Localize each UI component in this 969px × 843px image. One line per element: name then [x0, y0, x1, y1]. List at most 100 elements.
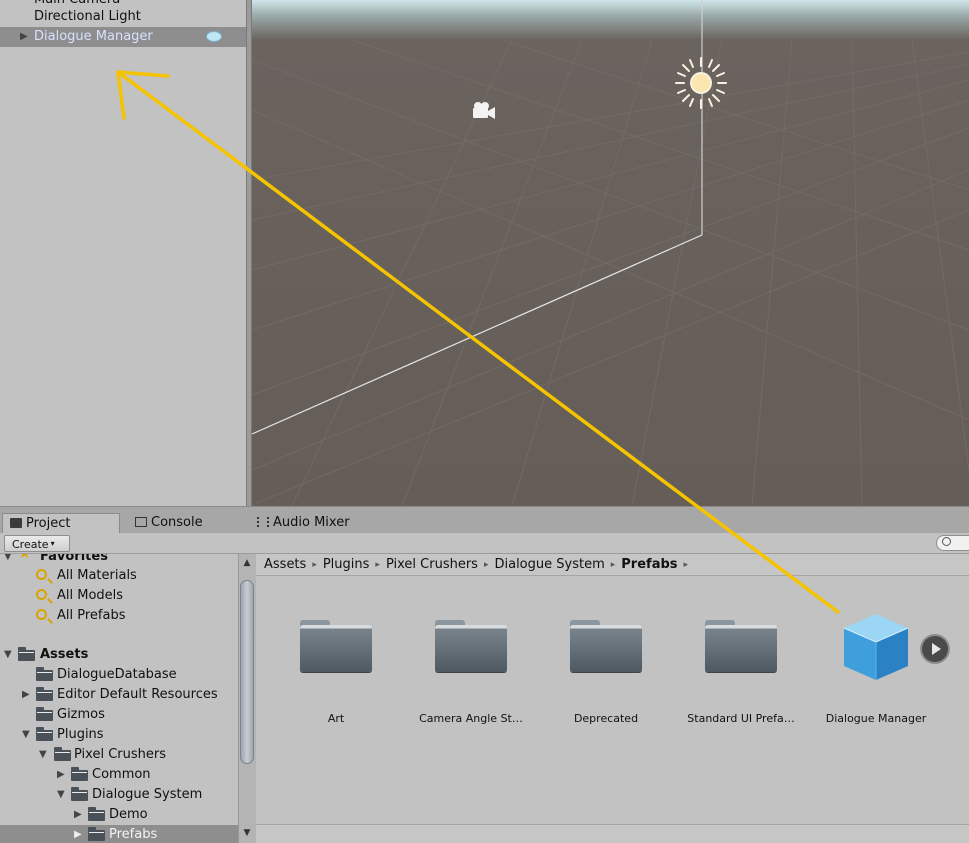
- tree-item-gizmos[interactable]: Gizmos: [0, 705, 238, 725]
- search-icon: [36, 589, 47, 600]
- search-icon: [942, 537, 951, 546]
- expand-arrow-icon[interactable]: ▶: [57, 765, 65, 785]
- breadcrumb-prefabs[interactable]: Prefabs: [621, 554, 677, 576]
- asset-label: Standard UI Prefa…: [687, 712, 795, 725]
- chevron-down-icon: ▾: [50, 539, 55, 548]
- tab-console[interactable]: Console: [128, 513, 248, 533]
- tree-item-all-prefabs[interactable]: All Prefabs: [0, 606, 238, 626]
- tree-item-demo[interactable]: ▶ Demo: [0, 805, 238, 825]
- search-icon: [36, 609, 47, 620]
- project-toolbar: Create ▾: [0, 533, 969, 554]
- expand-arrow-icon[interactable]: ▼: [4, 645, 12, 665]
- chevron-right-icon: ▸: [683, 560, 689, 570]
- prefab-badge-icon: [206, 31, 222, 42]
- expand-arrow-icon[interactable]: ▶: [74, 805, 82, 825]
- tree-item-prefabs[interactable]: ▶ Prefabs: [0, 825, 238, 843]
- folder-icon: [435, 616, 507, 672]
- directional-light-icon[interactable]: [673, 55, 729, 111]
- tree-item-plugins[interactable]: ▼ Plugins: [0, 725, 238, 745]
- breadcrumb-assets[interactable]: Assets: [264, 554, 306, 576]
- tab-project[interactable]: Project: [2, 513, 120, 533]
- bottom-tab-bar: Project Console Audio Mixer: [0, 506, 969, 533]
- tree-item-label: Assets: [40, 647, 89, 662]
- asset-folder-art[interactable]: Art: [271, 616, 401, 725]
- tab-audio-mixer[interactable]: Audio Mixer: [250, 513, 380, 533]
- tree-item-label: All Prefabs: [57, 608, 126, 623]
- hierarchy-item-directional-light[interactable]: Directional Light: [0, 7, 246, 27]
- scrollbar-thumb[interactable]: [240, 580, 254, 764]
- asset-label: Camera Angle St…: [419, 712, 523, 725]
- hierarchy-panel: Main Camera Directional Light ▶ Dialogue…: [0, 0, 246, 506]
- tree-item-label: Pixel Crushers: [74, 747, 166, 762]
- tree-item-dialogue-system[interactable]: ▼ Dialogue System: [0, 785, 238, 805]
- tree-item-all-models[interactable]: All Models: [0, 586, 238, 606]
- tree-item-label: Dialogue System: [92, 787, 203, 802]
- folder-icon: [300, 616, 372, 672]
- scroll-up-arrow-icon[interactable]: ▲: [238, 556, 256, 570]
- asset-folder-deprecated[interactable]: Deprecated: [541, 616, 671, 725]
- folder-icon: [88, 827, 105, 841]
- folder-icon: [18, 647, 35, 661]
- expand-arrow-icon[interactable]: ▶: [20, 27, 28, 47]
- audio-mixer-icon: [257, 517, 269, 527]
- search-input[interactable]: [936, 535, 969, 551]
- tree-item-dialoguedatabase[interactable]: DialogueDatabase: [0, 665, 238, 685]
- folder-icon: [71, 787, 88, 801]
- tree-item-label: DialogueDatabase: [57, 667, 177, 682]
- tab-label: Audio Mixer: [273, 515, 350, 530]
- expand-arrow-icon[interactable]: ▶: [22, 685, 30, 705]
- scene-view[interactable]: [252, 0, 969, 506]
- expand-arrow-icon[interactable]: ▶: [74, 825, 82, 843]
- folder-icon: [54, 747, 71, 761]
- tree-item-label: Common: [92, 767, 151, 782]
- hierarchy-item-dialogue-manager[interactable]: ▶ Dialogue Manager: [0, 27, 246, 47]
- tab-label: Project: [26, 516, 71, 531]
- prefab-cube-icon: [843, 614, 909, 680]
- expand-arrow-icon[interactable]: ▼: [57, 785, 65, 805]
- hierarchy-item-label: Dialogue Manager: [34, 29, 153, 44]
- create-label: Create: [12, 538, 49, 551]
- console-icon: [135, 517, 147, 527]
- tab-label: Console: [151, 515, 203, 530]
- folder-icon: [36, 707, 53, 721]
- tree-item-label: Prefabs: [109, 827, 158, 842]
- tree-item-pixel-crushers[interactable]: ▼ Pixel Crushers: [0, 745, 238, 765]
- asset-grid: Art Camera Angle St… Deprecated Standard…: [256, 576, 969, 824]
- camera-icon[interactable]: [469, 101, 497, 121]
- expand-arrow-icon[interactable]: ▼: [22, 725, 30, 745]
- folder-icon: [570, 616, 642, 672]
- tree-assets[interactable]: ▼ Assets: [0, 645, 238, 665]
- breadcrumb-dialogue-system[interactable]: Dialogue System: [494, 554, 604, 576]
- tree-item-label: Plugins: [57, 727, 104, 742]
- tree-item-label: Gizmos: [57, 707, 105, 722]
- asset-folder-standard-ui-prefabs[interactable]: Standard UI Prefa…: [676, 616, 806, 725]
- folder-icon: [88, 807, 105, 821]
- search-icon: [36, 569, 47, 580]
- folder-icon: [705, 616, 777, 672]
- chevron-right-icon: ▸: [375, 560, 380, 570]
- scroll-down-arrow-icon[interactable]: ▼: [238, 826, 256, 840]
- tree-item-all-materials[interactable]: All Materials: [0, 566, 238, 586]
- folder-icon: [10, 518, 22, 528]
- breadcrumb-plugins[interactable]: Plugins: [323, 554, 370, 576]
- asset-folder-camera-angle-studio[interactable]: Camera Angle St…: [406, 616, 536, 725]
- asset-label: Art: [327, 712, 345, 725]
- chevron-right-icon: ▸: [312, 560, 317, 570]
- tree-item-common[interactable]: ▶ Common: [0, 765, 238, 785]
- folder-icon: [71, 767, 88, 781]
- tree-item-label: All Models: [57, 588, 124, 603]
- folder-icon: [36, 687, 53, 701]
- create-button[interactable]: Create ▾: [4, 535, 70, 552]
- expand-arrow-icon[interactable]: ▼: [39, 745, 47, 765]
- chevron-right-icon: ▸: [483, 560, 489, 570]
- project-status-bar: [256, 824, 969, 843]
- chevron-right-icon: ▸: [610, 560, 616, 570]
- breadcrumb-pixel-crushers[interactable]: Pixel Crushers: [386, 554, 478, 576]
- scene-grid: [252, 0, 969, 506]
- play-icon[interactable]: [922, 636, 948, 662]
- tree-item-label: Demo: [109, 807, 148, 822]
- folder-icon: [36, 727, 53, 741]
- tree-item-label: All Materials: [57, 568, 137, 583]
- tree-item-editor-default-resources[interactable]: ▶ Editor Default Resources: [0, 685, 238, 705]
- folder-icon: [36, 667, 53, 681]
